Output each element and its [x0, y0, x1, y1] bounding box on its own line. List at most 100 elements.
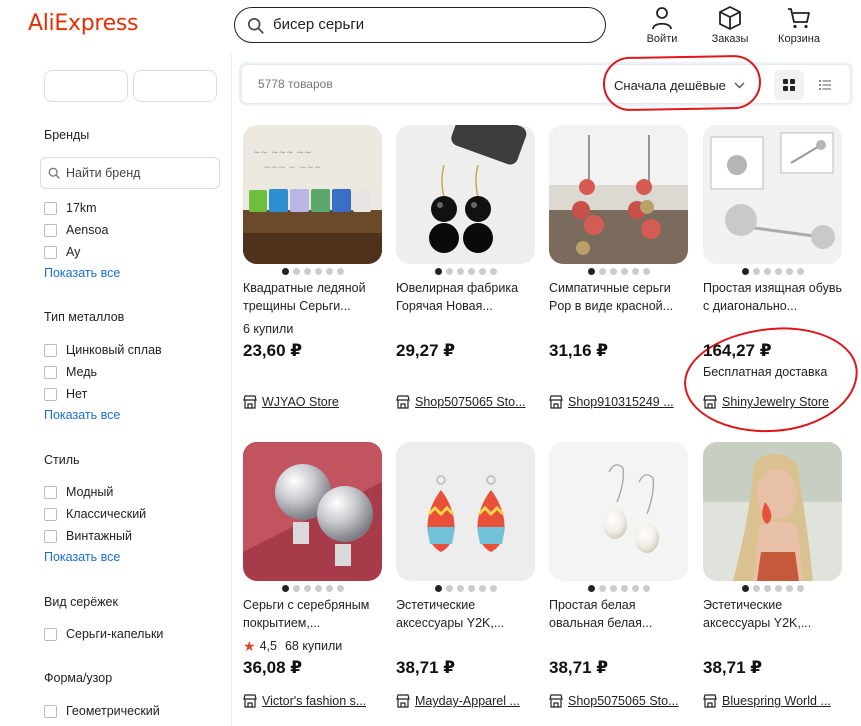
- star-icon: ★: [243, 637, 256, 654]
- image-carousel-dots[interactable]: [703, 585, 843, 593]
- product-card[interactable]: Симпатичные серьги Pop в виде красной...…: [549, 125, 689, 409]
- product-image[interactable]: [703, 442, 842, 581]
- rating-row: ★ 4,5 68 купили: [243, 638, 383, 654]
- metal-checkbox-copper[interactable]: Медь: [44, 365, 97, 379]
- store-icon: [396, 694, 410, 708]
- product-title[interactable]: Серьги с серебряным покрытием,...: [243, 596, 383, 632]
- product-card[interactable]: Серьги с серебряным покрытием,... ★ 4,5 …: [243, 442, 383, 708]
- sort-label: Сначала дешёвые: [614, 77, 726, 93]
- product-image[interactable]: [396, 442, 535, 581]
- checkbox-label: Винтажный: [66, 529, 132, 543]
- svg-text:~~~ ~ ~~~: ~~~ ~ ~~~: [263, 163, 322, 173]
- product-image[interactable]: [549, 442, 688, 581]
- brand-checkbox-17km[interactable]: 17km: [44, 201, 97, 215]
- store-link[interactable]: Shop910315249 ...: [549, 395, 689, 409]
- image-carousel-dots[interactable]: [549, 585, 689, 593]
- checkbox-label: Медь: [66, 365, 98, 379]
- product-price: 29,27 ₽: [396, 341, 456, 360]
- aliexpress-logo[interactable]: AliExpress: [28, 11, 138, 36]
- product-image[interactable]: ~~ ~~~ ~~ ~~~ ~ ~~~: [243, 125, 382, 264]
- sold-count: [549, 321, 689, 337]
- orders-label: Заказы: [711, 33, 749, 45]
- style-checkbox-vintage[interactable]: Винтажный: [44, 529, 132, 543]
- search-input[interactable]: [273, 8, 593, 41]
- image-carousel-dots[interactable]: [396, 268, 536, 276]
- results-count: 5778 товаров: [258, 77, 333, 91]
- store-icon: [703, 395, 717, 409]
- grid-icon: [783, 79, 795, 91]
- sold-count: [396, 638, 536, 654]
- checkbox-label: Цинковый сплав: [66, 343, 162, 357]
- store-icon: [549, 395, 563, 409]
- product-card[interactable]: Простая изящная обувь с диагонально... 1…: [703, 125, 843, 409]
- user-icon: [652, 7, 672, 30]
- product-card[interactable]: Эстетические аксессуары Y2K,... 38,71 ₽ …: [396, 442, 536, 708]
- store-name: Victor's fashion s...: [262, 694, 367, 708]
- product-title[interactable]: Простая изящная обувь с диагонально...: [703, 279, 843, 315]
- store-link[interactable]: WJYAO Store: [243, 395, 383, 409]
- checkbox-label: Серьги-капельки: [66, 627, 164, 641]
- earring-checkbox-drop[interactable]: Серьги-капельки: [44, 627, 163, 641]
- product-image[interactable]: [549, 125, 688, 264]
- sold-count: [703, 321, 843, 337]
- brands-title: Бренды: [44, 128, 90, 142]
- product-title[interactable]: Эстетические аксессуары Y2K,...: [396, 596, 536, 632]
- shape-checkbox-geometric[interactable]: Геометрический: [44, 704, 160, 718]
- login-button[interactable]: Войти: [632, 6, 692, 45]
- metal-checkbox-none[interactable]: Нет: [44, 387, 87, 401]
- product-image[interactable]: [703, 125, 842, 264]
- store-link[interactable]: Bluespring World ...: [703, 694, 843, 708]
- product-title[interactable]: Ювелирная фабрика Горячая Новая...: [396, 279, 536, 315]
- style-checkbox-fashion[interactable]: Модный: [44, 485, 113, 499]
- search-bar[interactable]: [234, 7, 606, 43]
- orders-button[interactable]: Заказы: [700, 6, 760, 45]
- brand-search-input[interactable]: [66, 158, 216, 188]
- store-icon: [243, 395, 257, 409]
- store-link[interactable]: ShinyJewelry Store: [703, 395, 843, 409]
- image-carousel-dots[interactable]: [396, 585, 536, 593]
- styles-show-all-link[interactable]: Показать все: [44, 550, 120, 564]
- store-link[interactable]: Mayday-Apparel ...: [396, 694, 536, 708]
- product-card[interactable]: Ювелирная фабрика Горячая Новая... 29,27…: [396, 125, 536, 409]
- product-title[interactable]: Простая белая овальная белая...: [549, 596, 689, 632]
- sold-count: 6 купили: [243, 321, 383, 337]
- cart-button[interactable]: Корзина: [769, 6, 829, 45]
- product-title[interactable]: Эстетические аксессуары Y2K,...: [703, 596, 843, 632]
- store-link[interactable]: Shop5075065 Sto...: [396, 395, 536, 409]
- product-price: 164,27 ₽: [703, 341, 772, 360]
- style-title: Стиль: [44, 453, 80, 467]
- checkbox-label: Геометрический: [66, 704, 160, 718]
- brands-show-all-link[interactable]: Показать все: [44, 266, 120, 280]
- list-view-button[interactable]: [810, 70, 840, 100]
- product-card[interactable]: Простая белая овальная белая... 38,71 ₽ …: [549, 442, 689, 708]
- price-max-input[interactable]: [133, 70, 217, 102]
- image-carousel-dots[interactable]: [243, 585, 383, 593]
- cart-icon: [788, 8, 810, 29]
- store-name: ShinyJewelry Store: [722, 395, 829, 409]
- store-link[interactable]: Victor's fashion s...: [243, 694, 383, 708]
- style-checkbox-classic[interactable]: Классический: [44, 507, 146, 521]
- grid-view-button[interactable]: [774, 70, 804, 100]
- sold-count: [549, 638, 689, 654]
- image-carousel-dots[interactable]: [549, 268, 689, 276]
- sort-dropdown[interactable]: Сначала дешёвые: [614, 74, 745, 96]
- metal-checkbox-zinc[interactable]: Цинковый сплав: [44, 343, 162, 357]
- store-link[interactable]: Shop5075065 Sto...: [549, 694, 689, 708]
- image-carousel-dots[interactable]: [703, 268, 843, 276]
- product-card[interactable]: ~~ ~~~ ~~ ~~~ ~ ~~~ Квадратные ледяной тр…: [243, 125, 383, 409]
- image-carousel-dots[interactable]: [243, 268, 383, 276]
- brand-checkbox-aensoa[interactable]: Aensoa: [44, 223, 108, 237]
- checkbox-label: Нет: [66, 387, 88, 401]
- product-image[interactable]: [243, 442, 382, 581]
- product-image[interactable]: [396, 125, 535, 264]
- product-card[interactable]: Эстетические аксессуары Y2K,... 38,71 ₽ …: [703, 442, 843, 708]
- product-title[interactable]: Симпатичные серьги Pop в виде красной...: [549, 279, 689, 315]
- product-title[interactable]: Квадратные ледяной трещины Серьги...: [243, 279, 383, 315]
- metals-show-all-link[interactable]: Показать все: [44, 408, 120, 422]
- brand-checkbox-ay[interactable]: Ay: [44, 245, 80, 259]
- sold-label: 6 купили: [243, 322, 294, 336]
- store-icon: [549, 694, 563, 708]
- store-name: Shop910315249 ...: [568, 395, 674, 409]
- price-min-input[interactable]: [44, 70, 128, 102]
- brand-search-field[interactable]: [40, 157, 220, 189]
